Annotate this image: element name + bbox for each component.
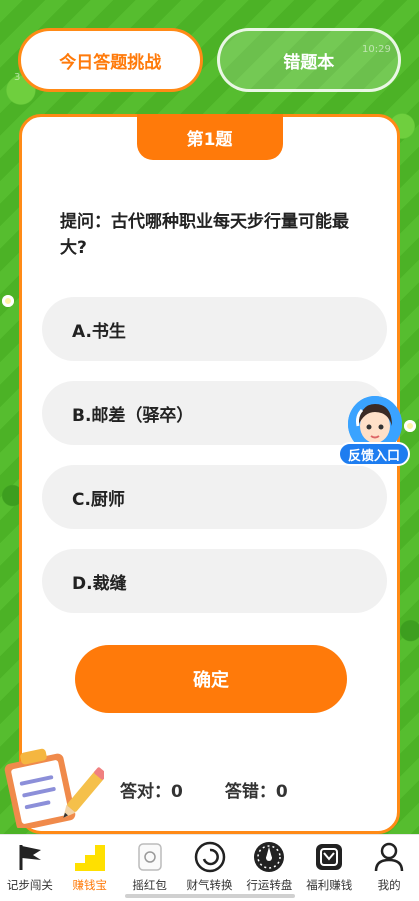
nav-label: 记步闯关 xyxy=(6,878,53,892)
correct-count: 答对：0 xyxy=(120,782,183,802)
clipboard-pencil-icon xyxy=(4,744,107,831)
option-c[interactable]: C.厨师 xyxy=(42,465,387,529)
nav-label: 行运转盘 xyxy=(246,878,293,892)
nav-label: 财气转换 xyxy=(186,878,233,892)
option-b[interactable]: B.邮差（驿卒） xyxy=(42,381,387,445)
question-number-badge: 第1题 xyxy=(136,114,283,160)
option-a[interactable]: A.书生 xyxy=(42,297,387,361)
nav-label: 我的 xyxy=(377,878,401,892)
nav-item-fortune-convert[interactable]: 财气转换 xyxy=(180,841,240,893)
home-indicator xyxy=(125,894,295,898)
phone-shake-icon xyxy=(133,841,167,873)
nav-item-welfare-earn[interactable]: 福利赚钱 xyxy=(299,841,359,893)
option-d[interactable]: D.裁缝 xyxy=(42,549,387,613)
nav-item-earn-treasure[interactable]: 赚钱宝 xyxy=(60,841,120,893)
bottom-nav: 记步闯关 赚钱宝 摇红包 财气转换 行运转盘 福利赚钱 我的 xyxy=(0,834,419,901)
nav-item-step-challenge[interactable]: 记步闯关 xyxy=(0,841,60,893)
confirm-button[interactable]: 确定 xyxy=(75,645,347,713)
gift-bag-icon xyxy=(312,841,346,873)
nav-item-mine[interactable]: 我的 xyxy=(359,841,419,893)
feedback-entry-button[interactable]: 反馈入口 xyxy=(338,396,414,476)
flag-icon xyxy=(13,841,47,873)
stairs-icon xyxy=(73,841,107,873)
swirl-icon xyxy=(193,841,227,873)
nav-label: 赚钱宝 xyxy=(72,878,108,892)
compass-icon xyxy=(252,841,286,873)
feedback-label: 反馈入口 xyxy=(338,442,410,466)
question-prompt: 提问：古代哪种职业每天步行量可能最大? xyxy=(60,212,349,259)
nav-label: 福利赚钱 xyxy=(306,878,353,892)
nav-item-shake-red-packet[interactable]: 摇红包 xyxy=(120,841,180,893)
nav-label: 摇红包 xyxy=(132,878,167,892)
tab-wrong-book[interactable]: 错题本 xyxy=(216,28,401,92)
nav-item-lucky-wheel[interactable]: 行运转盘 xyxy=(239,841,299,893)
mode-tabs: 今日答题挑战 错题本 xyxy=(18,28,401,92)
flower-decoration xyxy=(2,295,14,307)
score-stats: 答对：0 答错：0 xyxy=(120,777,288,802)
wrong-count: 答错：0 xyxy=(224,782,288,802)
tab-today-challenge[interactable]: 今日答题挑战 xyxy=(18,28,203,92)
user-icon xyxy=(372,841,406,873)
